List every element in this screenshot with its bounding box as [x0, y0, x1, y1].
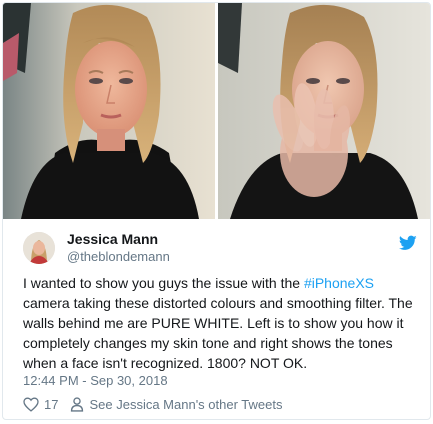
avatar[interactable] [23, 232, 55, 264]
photo-right[interactable]: i [218, 3, 430, 219]
tweet-text-before: I wanted to show you guys the issue with… [23, 275, 304, 291]
hashtag-link[interactable]: #iPhoneXS [304, 275, 374, 291]
selfie-image-right [218, 3, 430, 219]
author-names: Jessica Mann @theblondemann [67, 231, 170, 265]
author-handle[interactable]: @theblondemann [67, 248, 170, 265]
tweet-text-after: camera taking these distorted colours an… [23, 295, 413, 371]
tweet-author[interactable]: Jessica Mann @theblondemann [23, 231, 170, 265]
tweet-text: I wanted to show you guys the issue with… [23, 273, 415, 373]
author-name[interactable]: Jessica Mann [67, 231, 170, 248]
photo-left[interactable] [3, 3, 215, 219]
selfie-image-left [3, 3, 215, 219]
avatar-image [23, 232, 55, 264]
other-tweets-link[interactable]: See Jessica Mann's other Tweets [89, 397, 282, 412]
tweet-media[interactable]: i [3, 3, 430, 219]
embedded-tweet-card[interactable]: i Jessica Mann @theblondemann I wanted t… [2, 2, 431, 420]
heart-icon[interactable] [23, 396, 39, 412]
twitter-bird-icon[interactable] [398, 235, 417, 251]
person-icon[interactable] [70, 396, 84, 412]
tweet-timestamp[interactable]: 12:44 PM - Sep 30, 2018 [23, 373, 168, 388]
tweet-actions: 17 See Jessica Mann's other Tweets [23, 395, 282, 413]
like-count[interactable]: 17 [44, 397, 58, 412]
